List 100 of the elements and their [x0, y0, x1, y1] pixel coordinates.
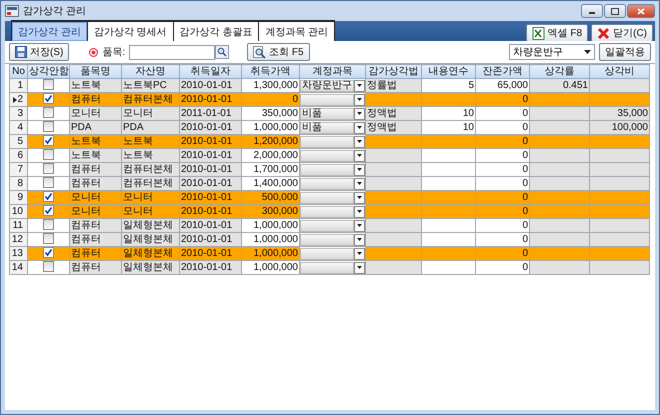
account-dropdown[interactable] [300, 262, 365, 274]
account-dropdown[interactable] [300, 206, 365, 218]
item-name-cell: 컴퓨터 [71, 248, 101, 258]
row-number-cell: 10 [10, 204, 28, 218]
checkbox[interactable] [43, 135, 54, 146]
checkbox[interactable] [43, 247, 54, 258]
column-header: 상각안함 [28, 64, 70, 78]
lookup-button[interactable] [215, 45, 230, 59]
checkbox[interactable] [43, 191, 54, 202]
date-cell: 2010-01-01 [181, 192, 232, 202]
search-icon [253, 46, 266, 58]
close-window-button[interactable]: 닫기(C) [591, 24, 653, 42]
row-number-cell: 3 [10, 106, 28, 120]
dropdown-arrow-icon [357, 182, 362, 185]
dropdown-arrow-icon [357, 140, 362, 143]
residual-cell: 0 [522, 192, 528, 202]
row-number-cell: 1 [10, 78, 28, 92]
asset-name-cell: 노트북 [123, 136, 153, 146]
checkbox[interactable] [43, 79, 54, 90]
item-input-field[interactable] [129, 44, 216, 60]
account-dropdown[interactable] [300, 164, 365, 176]
excel-button[interactable]: 엑셀 F8 [526, 24, 588, 42]
account-dropdown[interactable] [300, 192, 365, 204]
asset-name-cell: 노트북PC [123, 80, 167, 90]
apply-all-button[interactable]: 일괄적용 [599, 43, 651, 61]
close-button[interactable] [627, 4, 655, 18]
check-icon [44, 94, 53, 104]
dropdown-arrow-icon [357, 196, 362, 199]
item-name-cell: 컴퓨터 [71, 262, 101, 272]
tab[interactable]: 감가상각 관리 [12, 22, 87, 41]
dropdown-arrow-icon [357, 210, 362, 213]
date-cell: 2010-01-01 [181, 150, 232, 160]
account-dropdown[interactable] [300, 220, 365, 232]
checkbox[interactable] [43, 205, 54, 216]
checkbox[interactable] [43, 163, 54, 174]
row-number-cell: 13 [10, 246, 28, 260]
close-icon [597, 26, 610, 40]
row-number-cell: 2 [10, 92, 28, 106]
account-dropdown[interactable] [300, 234, 365, 246]
column-header: 상각비 [590, 64, 650, 78]
account-dropdown[interactable] [300, 94, 365, 106]
checkbox[interactable] [43, 219, 54, 230]
date-cell: 2010-01-01 [181, 178, 232, 188]
cost-cell: 1,000,000 [254, 122, 298, 132]
checkbox[interactable] [43, 149, 54, 160]
method-cell: 정률법 [367, 80, 397, 90]
dropdown-arrow-icon [357, 224, 362, 227]
residual-cell: 0 [522, 164, 528, 174]
checkbox[interactable] [43, 107, 54, 118]
residual-cell: 0 [522, 94, 528, 104]
column-header: 취득가액 [242, 64, 300, 78]
item-name-cell: 노트북 [71, 136, 101, 146]
asset-name-cell: 모니터 [123, 192, 153, 202]
checkbox[interactable] [43, 261, 54, 272]
cost-cell: 1,700,000 [254, 164, 298, 174]
residual-cell: 65,000 [497, 80, 528, 90]
item-name-cell: 모니터 [71, 206, 101, 216]
check-icon [44, 136, 53, 146]
maximize-button[interactable] [604, 4, 626, 18]
row-number-cell: 4 [10, 120, 28, 134]
asset-name-cell: 일체형본체 [123, 262, 173, 272]
date-cell: 2010-01-01 [181, 80, 232, 90]
date-cell: 2010-01-01 [181, 94, 232, 104]
item-name-cell: 노트북 [71, 150, 101, 160]
cost-cell: 1,000,000 [254, 262, 298, 272]
tab[interactable]: 감가상각 명세서 [88, 22, 173, 41]
date-cell: 2010-01-01 [181, 262, 232, 272]
dropdown-arrow-icon [584, 50, 591, 54]
dropdown-arrow-icon [357, 84, 362, 87]
row-number-cell: 7 [10, 162, 28, 176]
account-select[interactable]: 차량운반구 [509, 44, 595, 60]
checkbox[interactable] [43, 93, 54, 104]
tab[interactable]: 계정과목 관리 [259, 22, 334, 41]
cost-cell: 1,000,000 [254, 220, 298, 230]
check-icon [44, 248, 53, 258]
tab[interactable]: 감가상각 총괄표 [174, 22, 258, 41]
account-dropdown[interactable] [300, 178, 365, 190]
checkbox[interactable] [43, 121, 54, 132]
asset-name-cell: 일체형본체 [123, 220, 173, 230]
residual-cell: 0 [522, 136, 528, 146]
date-cell: 2010-01-01 [181, 234, 232, 244]
account-dropdown[interactable] [300, 150, 365, 162]
residual-cell: 0 [522, 248, 528, 258]
asset-name-cell: PDA [123, 122, 144, 132]
cost-cell: 1,300,000 [254, 80, 298, 90]
checkbox[interactable] [43, 233, 54, 244]
expense-cell: 35,000 [617, 108, 648, 118]
search-button[interactable]: 조회 F5 [247, 43, 310, 61]
checkbox[interactable] [43, 177, 54, 188]
row-number-cell: 5 [10, 134, 28, 148]
asset-name-cell: 컴퓨터본체 [123, 164, 173, 174]
cost-cell: 1,200,000 [254, 136, 298, 146]
asset-name-cell: 일체형본체 [123, 248, 173, 258]
account-dropdown[interactable] [300, 248, 365, 260]
account-dropdown[interactable] [300, 136, 365, 148]
life-cell: 5 [468, 80, 474, 90]
save-button[interactable]: 저장(S) [9, 43, 70, 61]
minimize-button[interactable] [581, 4, 603, 18]
date-cell: 2010-01-01 [181, 248, 232, 258]
dropdown-arrow-icon [357, 238, 362, 241]
